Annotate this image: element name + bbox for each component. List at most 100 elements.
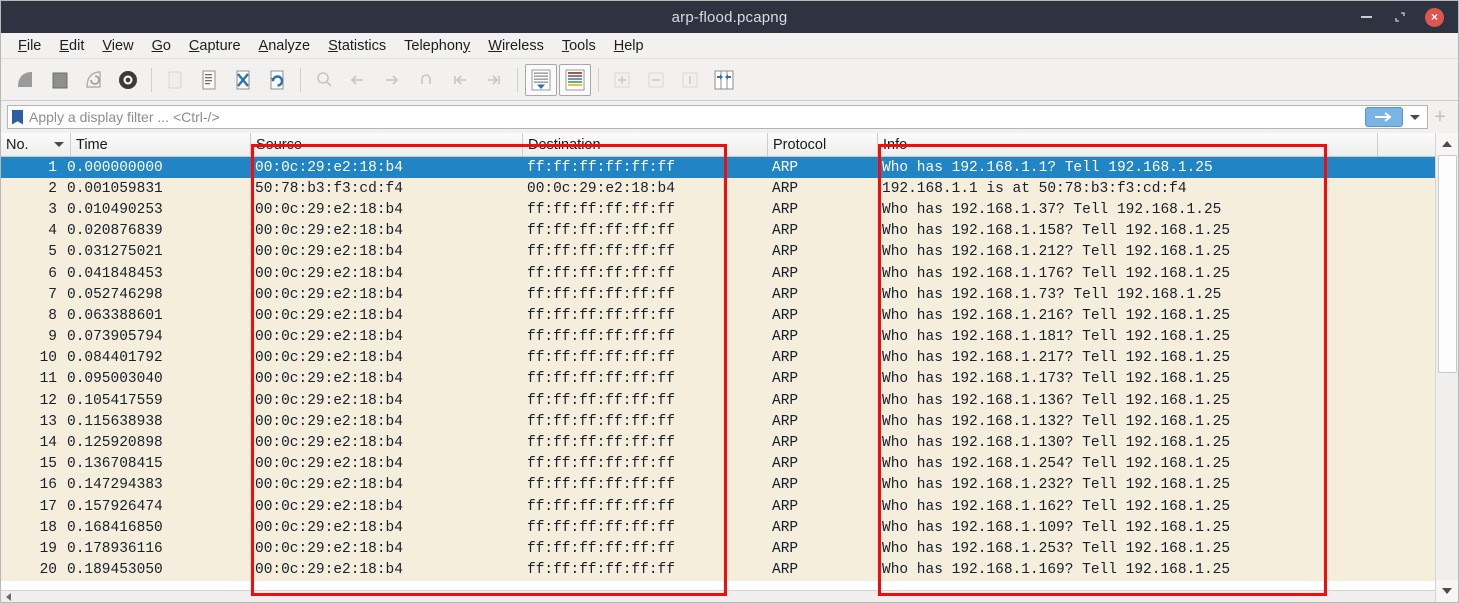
cell-protocol: ARP	[772, 350, 799, 367]
column-header-source[interactable]: Source	[251, 133, 523, 156]
menu-go[interactable]: Go	[143, 36, 180, 56]
restart-capture-icon[interactable]	[78, 64, 110, 96]
table-row[interactable]: 9 0.073905794 00:0c:29:e2:18:b4 ff:ff:ff:ff…	[1, 326, 1435, 348]
menu-statistics[interactable]: Statistics	[319, 36, 395, 56]
table-row[interactable]: 5 0.031275021 00:0c:29:e2:18:b4 ff:ff:ff:ff…	[1, 241, 1435, 263]
packet-list-panel: No. Time Source Destination Protocol Inf…	[1, 133, 1458, 602]
table-row[interactable]: 18 0.168416850 00:0c:29:e2:18:b4 ff:ff:ff:f…	[1, 517, 1435, 539]
table-row[interactable]: 16 0.147294383 00:0c:29:e2:18:b4 ff:ff:ff:f…	[1, 474, 1435, 496]
go-to-packet-icon[interactable]	[410, 64, 442, 96]
table-row[interactable]: 3 0.010490253 00:0c:29:e2:18:b4 ff:ff:ff:ff…	[1, 199, 1435, 221]
close-file-icon[interactable]	[227, 64, 259, 96]
menu-edit[interactable]: Edit	[50, 36, 93, 56]
cell-destination: ff:ff:ff:ff:ff:ff	[527, 307, 675, 324]
table-row[interactable]: 20 0.189453050 00:0c:29:e2:18:b4 ff:ff:ff:f…	[1, 559, 1435, 581]
cell-info: Who has 192.168.1.176? Tell 192.168.1.25	[882, 265, 1231, 282]
table-row[interactable]: 13 0.115638938 00:0c:29:e2:18:b4 ff:ff:ff:f…	[1, 411, 1435, 433]
cell-protocol: ARP	[772, 201, 799, 218]
resize-columns-icon[interactable]	[708, 64, 740, 96]
cell-destination: ff:ff:ff:ff:ff:ff	[527, 201, 675, 218]
cell-no: 14	[39, 435, 57, 452]
cell-destination: ff:ff:ff:ff:ff:ff	[527, 477, 675, 494]
go-back-icon[interactable]	[342, 64, 374, 96]
arrow-right-icon	[1375, 112, 1392, 122]
hscroll-left-arrow-icon[interactable]	[1, 591, 15, 603]
colorize-packets-icon[interactable]	[559, 63, 591, 96]
menu-help[interactable]: Help	[605, 36, 653, 56]
cell-time: 0.010490253	[67, 201, 163, 218]
table-row[interactable]: 12 0.105417559 00:0c:29:e2:18:b4 ff:ff:ff:f…	[1, 390, 1435, 412]
start-capture-icon[interactable]	[10, 64, 42, 96]
cell-destination: ff:ff:ff:ff:ff:ff	[527, 265, 675, 282]
cell-destination: ff:ff:ff:ff:ff:ff	[527, 498, 675, 515]
menu-wireless[interactable]: Wireless	[479, 36, 553, 56]
table-row[interactable]: 6 0.041848453 00:0c:29:e2:18:b4 ff:ff:ff:ff…	[1, 262, 1435, 285]
cell-time: 0.147294383	[67, 477, 163, 494]
cell-source: 00:0c:29:e2:18:b4	[255, 498, 403, 515]
column-header-time[interactable]: Time	[71, 133, 251, 156]
filter-input-container[interactable]: Apply a display filter ... <Ctrl-/>	[7, 105, 1428, 129]
maximize-icon	[1395, 12, 1405, 22]
cell-time: 0.052746298	[67, 286, 163, 303]
scroll-up-button[interactable]	[1435, 133, 1458, 155]
close-button[interactable]: ×	[1425, 7, 1444, 27]
table-row[interactable]: 2 0.001059831 50:78:b3:f3:cd:f4 00:0c:29:e2…	[1, 178, 1435, 200]
zoom-in-icon[interactable]	[606, 64, 638, 96]
find-packet-icon[interactable]	[308, 64, 340, 96]
table-row[interactable]: 7 0.052746298 00:0c:29:e2:18:b4 ff:ff:ff:ff…	[1, 284, 1435, 306]
maximize-button[interactable]	[1391, 8, 1409, 26]
toolbar-separator	[598, 67, 599, 92]
cell-source: 00:0c:29:e2:18:b4	[255, 350, 403, 367]
menu-file[interactable]: File	[9, 36, 50, 56]
scroll-thumb[interactable]	[1437, 155, 1457, 373]
table-row[interactable]: 10 0.084401792 00:0c:29:e2:18:b4 ff:ff:ff:f…	[1, 347, 1435, 369]
minimize-button[interactable]	[1357, 8, 1375, 26]
go-to-first-icon[interactable]	[444, 64, 476, 96]
chevron-down-icon	[1410, 115, 1420, 120]
menu-view[interactable]: View	[93, 36, 142, 56]
save-file-icon[interactable]	[193, 64, 225, 96]
column-header-destination[interactable]: Destination	[523, 133, 768, 156]
filter-dropdown-button[interactable]	[1405, 107, 1425, 127]
cell-source: 00:0c:29:e2:18:b4	[255, 413, 403, 430]
capture-options-icon[interactable]	[112, 64, 144, 96]
table-row[interactable]: 1 0.000000000 00:0c:29:e2:18:b4 ff:ff:ff:ff…	[1, 157, 1435, 179]
horizontal-scrollbar[interactable]	[1, 590, 1435, 602]
cell-no: 8	[48, 307, 57, 324]
table-row[interactable]: 8 0.063388601 00:0c:29:e2:18:b4 ff:ff:ff:ff…	[1, 305, 1435, 327]
cell-protocol: ARP	[772, 413, 799, 430]
reload-file-icon[interactable]	[261, 64, 293, 96]
normal-size-icon[interactable]	[674, 64, 706, 96]
zoom-out-icon[interactable]	[640, 64, 672, 96]
scroll-down-button[interactable]	[1435, 580, 1458, 602]
column-header-protocol[interactable]: Protocol	[768, 133, 878, 156]
vertical-scrollbar[interactable]	[1435, 133, 1458, 602]
table-row[interactable]: 15 0.136708415 00:0c:29:e2:18:b4 ff:ff:ff:f…	[1, 453, 1435, 475]
cell-no: 2	[48, 180, 57, 197]
add-filter-button[interactable]: +	[1428, 105, 1452, 129]
menu-tools[interactable]: Tools	[553, 36, 605, 56]
cell-source: 50:78:b3:f3:cd:f4	[255, 180, 403, 197]
stop-capture-icon[interactable]	[44, 64, 76, 96]
go-forward-icon[interactable]	[376, 64, 408, 96]
table-row[interactable]: 19 0.178936116 00:0c:29:e2:18:b4 ff:ff:ff:f…	[1, 538, 1435, 560]
column-header-no[interactable]: No.	[1, 133, 71, 156]
cell-time: 0.001059831	[67, 180, 163, 197]
table-row[interactable]: 11 0.095003040 00:0c:29:e2:18:b4 ff:ff:ff:f…	[1, 368, 1435, 391]
bookmark-icon[interactable]	[12, 109, 23, 125]
open-file-icon[interactable]	[159, 64, 191, 96]
column-header-info[interactable]: Info	[878, 133, 1378, 156]
go-to-last-icon[interactable]	[478, 64, 510, 96]
scroll-track[interactable]	[1435, 155, 1458, 580]
menu-capture[interactable]: Capture	[180, 36, 250, 56]
table-row[interactable]: 17 0.157926474 00:0c:29:e2:18:b4 ff:ff:ff:f…	[1, 496, 1435, 518]
menu-telephony[interactable]: Telephony	[395, 36, 479, 56]
cell-destination: ff:ff:ff:ff:ff:ff	[527, 519, 675, 536]
apply-filter-button[interactable]	[1365, 107, 1403, 127]
menu-analyze[interactable]: Analyze	[250, 36, 320, 56]
table-row[interactable]: 14 0.125920898 00:0c:29:e2:18:b4 ff:ff:ff:f…	[1, 432, 1435, 454]
auto-scroll-icon[interactable]	[525, 63, 557, 96]
packet-rows[interactable]: 1 0.000000000 00:0c:29:e2:18:b4 ff:ff:ff:ff…	[1, 157, 1435, 590]
table-row[interactable]: 4 0.020876839 00:0c:29:e2:18:b4 ff:ff:ff:ff…	[1, 220, 1435, 242]
cell-info: Who has 192.168.1.130? Tell 192.168.1.25	[882, 435, 1231, 452]
